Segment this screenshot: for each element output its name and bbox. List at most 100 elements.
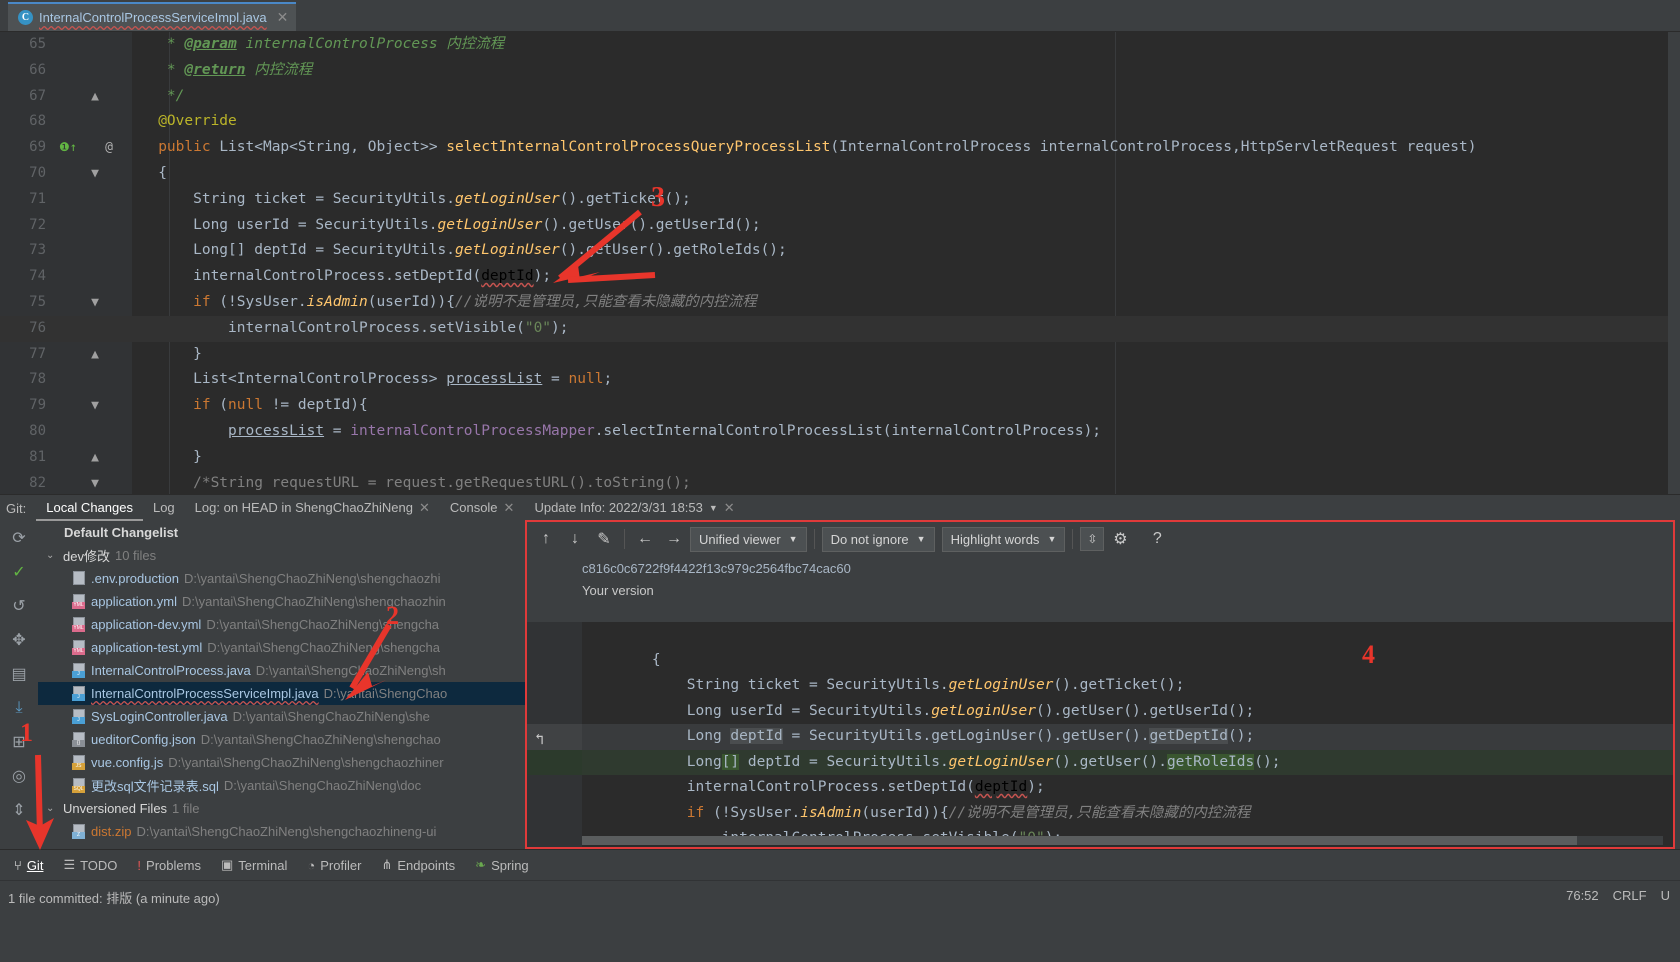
unversioned-group[interactable]: ⌄ Unversioned Files 1 file bbox=[38, 797, 525, 820]
git-tab-2[interactable]: Log: on HEAD in ShengChaoZhiNeng ✕ bbox=[185, 495, 440, 521]
file-file-icon bbox=[72, 571, 86, 586]
line-number: 81 bbox=[29, 448, 46, 465]
tool-window-button-endpoints[interactable]: ⋔ Endpoints bbox=[373, 854, 463, 876]
git-tab-3[interactable]: Console ✕ bbox=[440, 495, 525, 521]
tool-window-button-label: Endpoints bbox=[397, 857, 456, 873]
changed-file-row[interactable]: J InternalControlProcessServiceImpl.java D… bbox=[38, 682, 525, 705]
close-icon[interactable]: ✕ bbox=[419, 495, 430, 521]
git-tab-0[interactable]: Local Changes bbox=[36, 495, 143, 521]
file-path: D:\yantai\ShengChaoZhiNeng\shengcha bbox=[207, 640, 440, 655]
tool-window-button-spring[interactable]: ❧ Spring bbox=[467, 854, 536, 876]
tool-window-button-problems[interactable]: ! Problems bbox=[129, 855, 209, 876]
accept-left-icon[interactable]: ← bbox=[632, 527, 658, 551]
changed-file-row[interactable]: YML application-dev.yml D:\yantai\ShengCha… bbox=[38, 613, 525, 636]
git-tab-1[interactable]: Log bbox=[143, 495, 185, 521]
chevron-down-icon[interactable]: ⌄ bbox=[46, 550, 58, 561]
gear-icon[interactable]: ⚙ bbox=[1107, 527, 1133, 551]
diff-line-text: Long deptId = SecurityUtils.getLoginUser… bbox=[582, 728, 1255, 744]
editor-line-text: internalControlProcess.setDeptId(deptId)… bbox=[132, 268, 552, 285]
eye-icon[interactable]: ◎ bbox=[0, 759, 38, 793]
previous-difference-icon[interactable]: ↑ bbox=[533, 527, 559, 551]
commit-check-icon[interactable]: ✓ bbox=[0, 555, 38, 589]
shelve-icon[interactable]: ✥ bbox=[0, 623, 38, 657]
close-icon[interactable]: ✕ bbox=[277, 9, 289, 26]
annotation-gutter-icon[interactable]: @ bbox=[96, 135, 122, 161]
git-tab-label: Update Info: 2022/3/31 18:53 bbox=[534, 500, 703, 515]
implementing-method-icon[interactable]: ❶↑ bbox=[56, 135, 80, 161]
highlight-mode-select[interactable]: Highlight words ▼ bbox=[941, 526, 1066, 552]
diff-content[interactable]: { String ticket = SecurityUtils.getLogin… bbox=[527, 622, 1673, 847]
file-name: InternalControlProcess.java bbox=[91, 663, 251, 678]
git-tab-4[interactable]: Update Info: 2022/3/31 18:53 ▼ ✕ bbox=[524, 495, 744, 521]
rollback-icon[interactable]: ↺ bbox=[0, 589, 38, 623]
next-difference-icon[interactable]: ↓ bbox=[562, 527, 588, 551]
edit-source-icon[interactable]: ✎ bbox=[591, 527, 617, 551]
changelist-group-name: dev修改 bbox=[63, 549, 110, 564]
unversioned-file-row[interactable]: Zdist.zip D:\yantai\ShengChaoZhiNeng\shen… bbox=[38, 820, 525, 843]
editor-line: 79 ▼ if (null != deptId){ bbox=[0, 393, 1680, 419]
changelist-group[interactable]: ⌄ dev修改 10 files bbox=[38, 544, 525, 567]
help-icon[interactable]: ? bbox=[1144, 527, 1170, 551]
tool-window-button-profiler[interactable]: ◔ Profiler bbox=[299, 855, 369, 876]
local-changes-tree[interactable]: Default Changelist ⌄ dev修改 10 files .env… bbox=[38, 521, 525, 850]
close-icon[interactable]: ✕ bbox=[504, 495, 515, 521]
git-side-toolbar: ⟳ ✓ ↺ ✥ ▤ ⤓ ⊞ ◎ ⇕ bbox=[0, 521, 38, 850]
editor-line-text: List<InternalControlProcess> processList… bbox=[132, 371, 613, 388]
file-name: .env.production bbox=[91, 571, 179, 586]
file-path: D:\yantai\ShengChaoZhiNeng\shengchao bbox=[200, 732, 441, 747]
expand-icon[interactable]: ⇕ bbox=[0, 793, 38, 827]
tool-window-button-todo[interactable]: ☰ TODO bbox=[55, 854, 125, 876]
tool-window-bar: ⑂ Git ☰ TODO! Problems ▣ Terminal ◔ Profiler ⋔ End… bbox=[0, 849, 1680, 880]
diff-horizontal-scrollbar[interactable] bbox=[582, 836, 1663, 845]
changed-file-row[interactable]: {} ueditorConfig.json D:\yantai\ShengChaoZ… bbox=[38, 728, 525, 751]
line-number: 74 bbox=[29, 268, 46, 285]
changed-file-row[interactable]: .env.production D:\yantai\ShengChaoZhiNen… bbox=[38, 567, 525, 590]
accept-right-icon[interactable]: → bbox=[661, 527, 687, 551]
changed-file-row[interactable]: YML application-test.yml D:\yantai\ShengCh… bbox=[38, 636, 525, 659]
changed-file-row[interactable]: SQL 更改sql文件记录表.sql D:\yantai\ShengChaoZhiN… bbox=[38, 774, 525, 797]
file-path: D:\yantai\ShengChaoZhiNeng\shengchaozhin bbox=[182, 594, 446, 609]
diff-toolbar: ↑ ↓ ✎ ← → Unified viewer ▼ Do not ignore… bbox=[527, 522, 1673, 556]
ignore-policy-select[interactable]: Do not ignore ▼ bbox=[821, 526, 935, 552]
refresh-icon[interactable]: ⟳ bbox=[0, 521, 38, 555]
editor-line-text: * @return 内控流程 bbox=[132, 61, 313, 78]
editor-tab-label: InternalControlProcessServiceImpl.java bbox=[39, 10, 267, 25]
editor-line-text: Long[] deptId = SecurityUtils.getLoginUs… bbox=[132, 242, 787, 259]
fold-toggle-icon[interactable]: ▼ bbox=[82, 393, 108, 419]
fold-toggle-icon[interactable]: ▼ bbox=[82, 161, 108, 187]
class-icon: C bbox=[18, 10, 33, 25]
editor-lines: 65 * @param internalControlProcess 内控流程 6… bbox=[0, 32, 1680, 494]
encoding[interactable]: U bbox=[1661, 888, 1670, 903]
line-separator[interactable]: CRLF bbox=[1613, 888, 1647, 903]
problems-icon: ! bbox=[137, 857, 142, 873]
editor-line-text: } bbox=[132, 448, 202, 465]
changed-file-row[interactable]: J InternalControlProcess.java D:\yantai\Sh… bbox=[38, 659, 525, 682]
changed-file-row[interactable]: J SysLoginController.java D:\yantai\ShengC… bbox=[38, 705, 525, 728]
line-number: 78 bbox=[29, 371, 46, 388]
caret-position[interactable]: 76:52 bbox=[1566, 888, 1599, 903]
changed-file-row[interactable]: YML application.yml D:\yantai\ShengChaoZhi… bbox=[38, 590, 525, 613]
changed-file-row[interactable]: JS vue.config.js D:\yantai\ShengChaoZhiNen… bbox=[38, 751, 525, 774]
fold-toggle-icon[interactable]: ▲ bbox=[82, 445, 108, 471]
java-file-icon: J bbox=[72, 686, 86, 701]
fold-toggle-icon[interactable]: ▼ bbox=[82, 290, 108, 316]
editor-scrollbar[interactable] bbox=[1668, 32, 1680, 494]
diff-icon[interactable]: ▤ bbox=[0, 657, 38, 691]
chevron-down-icon[interactable]: ▼ bbox=[709, 495, 718, 521]
group-by-icon[interactable]: ⊞ bbox=[0, 725, 38, 759]
fold-toggle-icon[interactable]: ▲ bbox=[82, 84, 108, 110]
viewer-mode-select[interactable]: Unified viewer ▼ bbox=[690, 526, 807, 552]
yml-file-icon: YML bbox=[72, 640, 86, 655]
editor-tab[interactable]: C InternalControlProcessServiceImpl.java… bbox=[8, 2, 297, 31]
collapse-unchanged-icon[interactable]: ⇳ bbox=[1080, 527, 1105, 551]
fold-toggle-icon[interactable]: ▼ bbox=[82, 471, 108, 494]
code-editor[interactable]: 65 * @param internalControlProcess 内控流程 6… bbox=[0, 32, 1680, 494]
changelist-title[interactable]: Default Changelist bbox=[38, 521, 525, 544]
tool-window-button-terminal[interactable]: ▣ Terminal bbox=[213, 854, 295, 876]
close-icon[interactable]: ✕ bbox=[724, 495, 735, 521]
line-number: 66 bbox=[29, 61, 46, 78]
tool-window-button-git[interactable]: ⑂ Git bbox=[6, 855, 51, 876]
chevron-down-icon[interactable]: ⌄ bbox=[46, 803, 58, 814]
fold-toggle-icon[interactable]: ▲ bbox=[82, 342, 108, 368]
download-icon[interactable]: ⤓ bbox=[0, 691, 38, 725]
